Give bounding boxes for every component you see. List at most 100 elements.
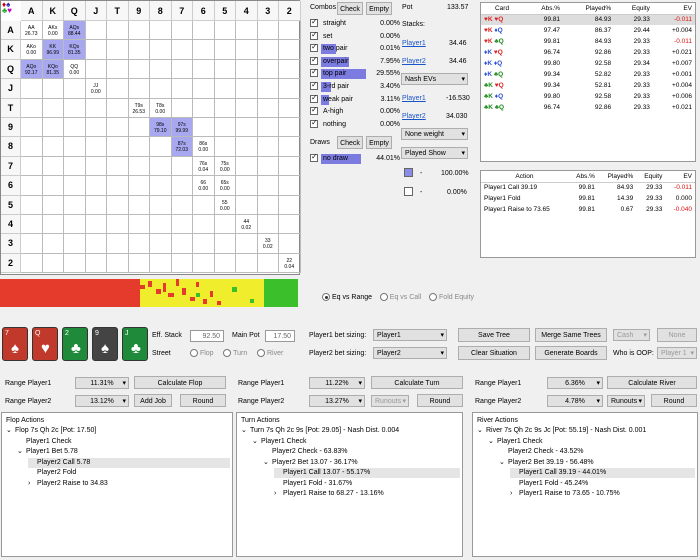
grid-cell[interactable] <box>85 234 107 254</box>
hand-combos-table[interactable]: Card Abs.% Played% Equity EV ♥K ♥Q 99.81 84.93… <box>480 2 696 162</box>
grid-cell[interactable] <box>214 98 236 118</box>
tree-node[interactable]: ⌄ Player1 Check <box>252 437 307 447</box>
grid-cell[interactable] <box>171 40 193 60</box>
turn-actions-tree[interactable]: Turn Actions ⌄ Turn 7s Qh 2c 9s [Pot: 29.0… <box>236 412 463 557</box>
grid-cell[interactable] <box>85 137 107 157</box>
grid-cell[interactable] <box>107 176 129 196</box>
grid-cell[interactable] <box>107 253 129 274</box>
cards-col-header[interactable]: Played% <box>563 3 614 14</box>
grid-cell[interactable] <box>150 156 172 177</box>
fold-equity-radio[interactable] <box>429 293 438 301</box>
table-row[interactable]: ♣K ♣Q 96.74 92.86 29.33 +0.021 <box>481 102 695 113</box>
grid-cell[interactable] <box>128 40 150 60</box>
grid-cell[interactable] <box>107 79 129 99</box>
combo-checkbox[interactable] <box>310 17 318 27</box>
tree-node[interactable]: Player2 Check - 63.83% <box>263 447 347 457</box>
grid-cell[interactable] <box>193 79 215 99</box>
river-round-button[interactable]: Round <box>651 394 697 407</box>
grid-cell[interactable] <box>236 118 258 138</box>
action-col-header[interactable]: Equity <box>636 171 665 182</box>
grid-cell[interactable] <box>171 176 193 196</box>
cards-col-header[interactable]: Card <box>481 3 523 14</box>
grid-cell[interactable] <box>150 21 172 41</box>
grid-cell[interactable] <box>128 21 150 41</box>
grid-cell[interactable] <box>150 253 172 274</box>
grid-cell[interactable] <box>236 79 258 99</box>
turn-round-button[interactable]: Round <box>417 394 463 407</box>
tree-node[interactable]: › Player1 Raise to 68.27 - 13.16% <box>274 489 384 499</box>
grid-cell[interactable] <box>171 253 193 274</box>
grid-cell[interactable] <box>279 176 301 196</box>
action-table[interactable]: Action Abs.% Played% Equity EV Player1 Call … <box>480 170 696 258</box>
grid-cell[interactable] <box>150 59 172 80</box>
table-row[interactable]: ♦K ♥Q 96.74 92.86 29.33 +0.021 <box>481 47 695 58</box>
tree-node[interactable]: › Player2 Raise to 34.83 <box>28 479 108 489</box>
grid-cell[interactable] <box>214 40 236 60</box>
grid-cell[interactable] <box>150 195 172 215</box>
grid-cell[interactable] <box>214 215 236 235</box>
draws-empty-button[interactable]: Empty <box>366 136 392 149</box>
tree-node[interactable]: ⌄ Player2 Bet 13.07 - 36.17% <box>263 458 358 468</box>
grid-cell[interactable] <box>171 59 193 80</box>
combo-row-3-rd-pair[interactable]: 3-rd pair 3.40% <box>310 80 400 92</box>
combo-row-A-high[interactable]: A-high 0.00% <box>310 105 400 117</box>
tree-node[interactable]: Player1 Call 39.19 - 44.01% <box>510 468 695 478</box>
grid-cell[interactable] <box>85 253 107 274</box>
grid-cell[interactable] <box>85 59 107 80</box>
combo-checkbox[interactable] <box>310 118 318 128</box>
combo-row-two-pair[interactable]: two pair 0.01% <box>310 42 400 55</box>
grid-cell[interactable] <box>171 195 193 215</box>
grid-cell[interactable] <box>171 215 193 235</box>
played-show-select[interactable]: Played Show <box>401 147 468 159</box>
draws-no-draw-row[interactable]: no draw 44.01% <box>310 152 400 164</box>
grid-cell[interactable] <box>21 234 43 254</box>
stack-player2-link[interactable]: Player2 <box>402 58 426 65</box>
combo-checkbox[interactable] <box>310 30 318 40</box>
grid-cell[interactable] <box>107 215 129 235</box>
eq-vs-range-radio[interactable] <box>322 293 330 301</box>
grid-cell[interactable] <box>171 98 193 118</box>
flop-range-p1-select[interactable]: 11.31% <box>75 377 129 389</box>
grid-cell[interactable] <box>257 79 279 99</box>
draws-check-button[interactable]: Check <box>337 136 363 149</box>
grid-cell[interactable] <box>85 156 107 177</box>
table-row[interactable]: ♥K ♦Q 97.47 86.37 29.44 +0.004 <box>481 25 695 36</box>
grid-cell[interactable] <box>42 137 64 157</box>
grid-cell[interactable] <box>128 176 150 196</box>
grid-cell[interactable] <box>64 253 86 274</box>
grid-cell[interactable] <box>236 156 258 177</box>
grid-cell[interactable] <box>279 21 301 41</box>
flop-actions-tree[interactable]: Flop Actions ⌄ Flop 7s Qh 2c [Pot: 17.50] P… <box>1 412 233 557</box>
grid-cell[interactable] <box>150 215 172 235</box>
tree-node[interactable]: ⌄ Turn 7s Qh 2c 9s [Pot: 29.05] - Nash Di… <box>241 426 399 436</box>
combo-row-overpair[interactable]: overpair 7.95% <box>310 55 400 67</box>
street-river-radio[interactable] <box>257 349 266 357</box>
grid-cell[interactable] <box>42 215 64 235</box>
grid-cell[interactable] <box>257 176 279 196</box>
grid-cell[interactable] <box>193 21 215 41</box>
grid-cell[interactable] <box>279 98 301 118</box>
grid-cell[interactable] <box>42 156 64 177</box>
action-col-header[interactable]: Action <box>481 171 568 182</box>
grid-cell[interactable] <box>171 21 193 41</box>
grid-cell[interactable] <box>21 253 43 274</box>
grid-cell[interactable] <box>279 59 301 80</box>
grid-cell[interactable] <box>42 176 64 196</box>
grid-cell[interactable] <box>128 253 150 274</box>
grid-cell[interactable] <box>193 215 215 235</box>
grid-cell-66[interactable]: 66 0.00 <box>193 176 215 196</box>
p2-bet-sizing-select[interactable]: Player2 <box>373 347 447 359</box>
river-range-p2-select[interactable]: 4.78% <box>547 395 603 407</box>
grid-cell[interactable] <box>193 40 215 60</box>
grid-cell[interactable] <box>107 59 129 80</box>
turn-range-p2-select[interactable]: 13.27% <box>309 395 365 407</box>
grid-cell[interactable] <box>236 176 258 196</box>
grid-cell[interactable] <box>236 40 258 60</box>
grid-cell[interactable] <box>128 234 150 254</box>
grid-cell-JJ[interactable]: JJ 0.00 <box>85 79 107 99</box>
grid-cell-KQo[interactable]: KQo 81.35 <box>42 59 64 80</box>
grid-cell[interactable] <box>64 215 86 235</box>
grid-cell[interactable] <box>171 156 193 177</box>
grid-cell[interactable] <box>128 118 150 138</box>
table-row[interactable]: ♦K ♦Q 99.80 92.58 29.34 +0.007 <box>481 58 695 69</box>
